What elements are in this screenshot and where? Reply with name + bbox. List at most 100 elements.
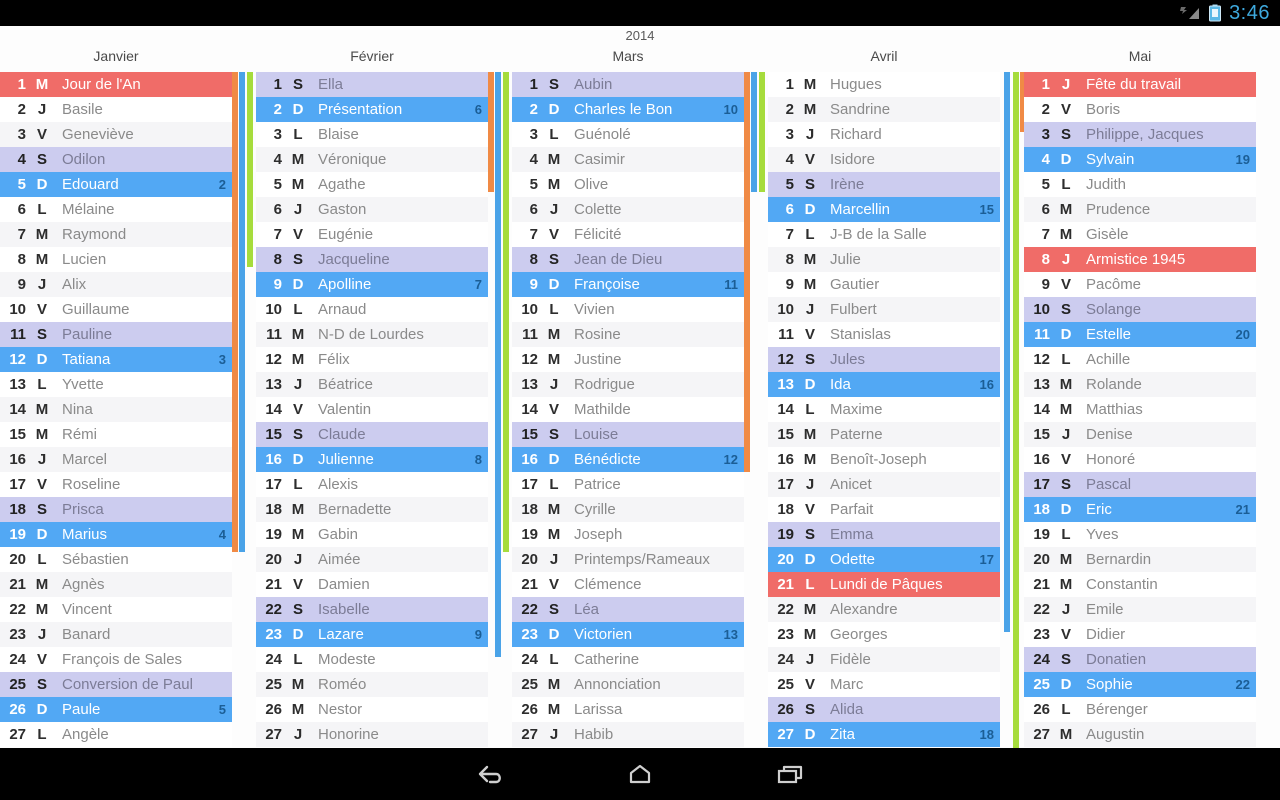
day-row[interactable]: 2 V Boris: [1024, 97, 1256, 122]
day-row[interactable]: 14 M Nina: [0, 397, 232, 422]
day-row[interactable]: 17 J Anicet: [768, 472, 1000, 497]
home-button[interactable]: [565, 748, 715, 800]
day-row[interactable]: 4 V Isidore: [768, 147, 1000, 172]
day-row[interactable]: 19 D Marius 4: [0, 522, 232, 547]
day-row[interactable]: 17 L Patrice: [512, 472, 744, 497]
day-row[interactable]: 1 S Ella: [256, 72, 488, 97]
day-row[interactable]: 6 J Colette: [512, 197, 744, 222]
day-row[interactable]: 13 J Rodrigue: [512, 372, 744, 397]
day-row[interactable]: 11 M N-D de Lourdes: [256, 322, 488, 347]
day-row[interactable]: 7 M Raymond: [0, 222, 232, 247]
back-button[interactable]: [415, 748, 565, 800]
day-row[interactable]: 6 M Prudence: [1024, 197, 1256, 222]
day-row[interactable]: 25 M Roméo: [256, 672, 488, 697]
day-row[interactable]: 17 S Pascal: [1024, 472, 1256, 497]
day-row[interactable]: 24 V François de Sales: [0, 647, 232, 672]
day-row[interactable]: 27 J Honorine: [256, 722, 488, 747]
day-row[interactable]: 27 D Zita 18: [768, 722, 1000, 747]
day-row[interactable]: 24 J Fidèle: [768, 647, 1000, 672]
day-row[interactable]: 14 L Maxime: [768, 397, 1000, 422]
day-row[interactable]: 19 S Emma: [768, 522, 1000, 547]
day-row[interactable]: 13 M Rolande: [1024, 372, 1256, 397]
day-row[interactable]: 7 V Eugénie: [256, 222, 488, 247]
day-row[interactable]: 17 L Alexis: [256, 472, 488, 497]
day-row[interactable]: 2 D Charles le Bon 10: [512, 97, 744, 122]
day-row[interactable]: 23 D Lazare 9: [256, 622, 488, 647]
day-row[interactable]: 2 J Basile: [0, 97, 232, 122]
day-row[interactable]: 16 D Bénédicte 12: [512, 447, 744, 472]
day-row[interactable]: 11 D Estelle 20: [1024, 322, 1256, 347]
day-row[interactable]: 5 M Agathe: [256, 172, 488, 197]
day-row[interactable]: 27 J Habib: [512, 722, 744, 747]
day-row[interactable]: 10 J Fulbert: [768, 297, 1000, 322]
day-row[interactable]: 10 V Guillaume: [0, 297, 232, 322]
day-row[interactable]: 17 V Roseline: [0, 472, 232, 497]
day-row[interactable]: 8 J Armistice 1945: [1024, 247, 1256, 272]
day-row[interactable]: 23 J Banard: [0, 622, 232, 647]
day-row[interactable]: 4 M Véronique: [256, 147, 488, 172]
day-row[interactable]: 13 D Ida 16: [768, 372, 1000, 397]
month-column-avril[interactable]: 1 M Hugues 2 M Sandrine 3 J Richard 4 V Isidore 5 S Ir…: [768, 72, 1000, 748]
day-row[interactable]: 24 S Donatien: [1024, 647, 1256, 672]
day-row[interactable]: 21 M Constantin: [1024, 572, 1256, 597]
day-row[interactable]: 3 L Guénolé: [512, 122, 744, 147]
day-row[interactable]: 25 V Marc: [768, 672, 1000, 697]
day-row[interactable]: 10 L Vivien: [512, 297, 744, 322]
day-row[interactable]: 8 S Jean de Dieu: [512, 247, 744, 272]
day-row[interactable]: 10 L Arnaud: [256, 297, 488, 322]
day-row[interactable]: 5 M Olive: [512, 172, 744, 197]
day-row[interactable]: 16 M Benoît-Joseph: [768, 447, 1000, 472]
day-row[interactable]: 15 M Paterne: [768, 422, 1000, 447]
day-row[interactable]: 9 J Alix: [0, 272, 232, 297]
day-row[interactable]: 23 D Victorien 13: [512, 622, 744, 647]
day-row[interactable]: 20 M Bernardin: [1024, 547, 1256, 572]
day-row[interactable]: 8 M Julie: [768, 247, 1000, 272]
day-row[interactable]: 15 J Denise: [1024, 422, 1256, 447]
day-row[interactable]: 6 J Gaston: [256, 197, 488, 222]
day-row[interactable]: 2 M Sandrine: [768, 97, 1000, 122]
day-row[interactable]: 25 M Annonciation: [512, 672, 744, 697]
day-row[interactable]: 16 D Julienne 8: [256, 447, 488, 472]
day-row[interactable]: 22 M Alexandre: [768, 597, 1000, 622]
day-row[interactable]: 11 V Stanislas: [768, 322, 1000, 347]
day-row[interactable]: 4 S Odilon: [0, 147, 232, 172]
day-row[interactable]: 22 S Léa: [512, 597, 744, 622]
month-column-mai[interactable]: 1 J Fête du travail 2 V Boris 3 S Philippe, Jacq…: [1024, 72, 1256, 748]
day-row[interactable]: 25 D Sophie 22: [1024, 672, 1256, 697]
day-row[interactable]: 18 S Prisca: [0, 497, 232, 522]
day-row[interactable]: 27 L Angèle: [0, 722, 232, 747]
day-row[interactable]: 20 D Odette 17: [768, 547, 1000, 572]
day-row[interactable]: 1 M Jour de l'An: [0, 72, 232, 97]
day-row[interactable]: 23 V Didier: [1024, 622, 1256, 647]
day-row[interactable]: 12 L Achille: [1024, 347, 1256, 372]
day-row[interactable]: 6 D Marcellin 15: [768, 197, 1000, 222]
month-column-mars[interactable]: 1 S Aubin 2 D Charles le Bon 10 3 L Guénolé 4 M Casi…: [512, 72, 744, 748]
day-row[interactable]: 4 M Casimir: [512, 147, 744, 172]
day-row[interactable]: 22 M Vincent: [0, 597, 232, 622]
day-row[interactable]: 26 M Nestor: [256, 697, 488, 722]
day-row[interactable]: 23 M Georges: [768, 622, 1000, 647]
day-row[interactable]: 26 S Alida: [768, 697, 1000, 722]
day-row[interactable]: 16 J Marcel: [0, 447, 232, 472]
day-row[interactable]: 11 S Pauline: [0, 322, 232, 347]
day-row[interactable]: 26 L Bérenger: [1024, 697, 1256, 722]
day-row[interactable]: 24 L Catherine: [512, 647, 744, 672]
day-row[interactable]: 7 L J-B de la Salle: [768, 222, 1000, 247]
day-row[interactable]: 20 J Aimée: [256, 547, 488, 572]
day-row[interactable]: 19 M Gabin: [256, 522, 488, 547]
day-row[interactable]: 4 D Sylvain 19: [1024, 147, 1256, 172]
day-row[interactable]: 9 V Pacôme: [1024, 272, 1256, 297]
day-row[interactable]: 1 M Hugues: [768, 72, 1000, 97]
day-row[interactable]: 19 M Joseph: [512, 522, 744, 547]
day-row[interactable]: 3 V Geneviève: [0, 122, 232, 147]
day-row[interactable]: 20 J Printemps/Rameaux: [512, 547, 744, 572]
day-row[interactable]: 13 J Béatrice: [256, 372, 488, 397]
day-row[interactable]: 13 L Yvette: [0, 372, 232, 397]
day-row[interactable]: 10 S Solange: [1024, 297, 1256, 322]
day-row[interactable]: 21 L Lundi de Pâques: [768, 572, 1000, 597]
day-row[interactable]: 9 M Gautier: [768, 272, 1000, 297]
day-row[interactable]: 14 V Valentin: [256, 397, 488, 422]
day-row[interactable]: 3 L Blaise: [256, 122, 488, 147]
day-row[interactable]: 14 V Mathilde: [512, 397, 744, 422]
day-row[interactable]: 21 M Agnès: [0, 572, 232, 597]
